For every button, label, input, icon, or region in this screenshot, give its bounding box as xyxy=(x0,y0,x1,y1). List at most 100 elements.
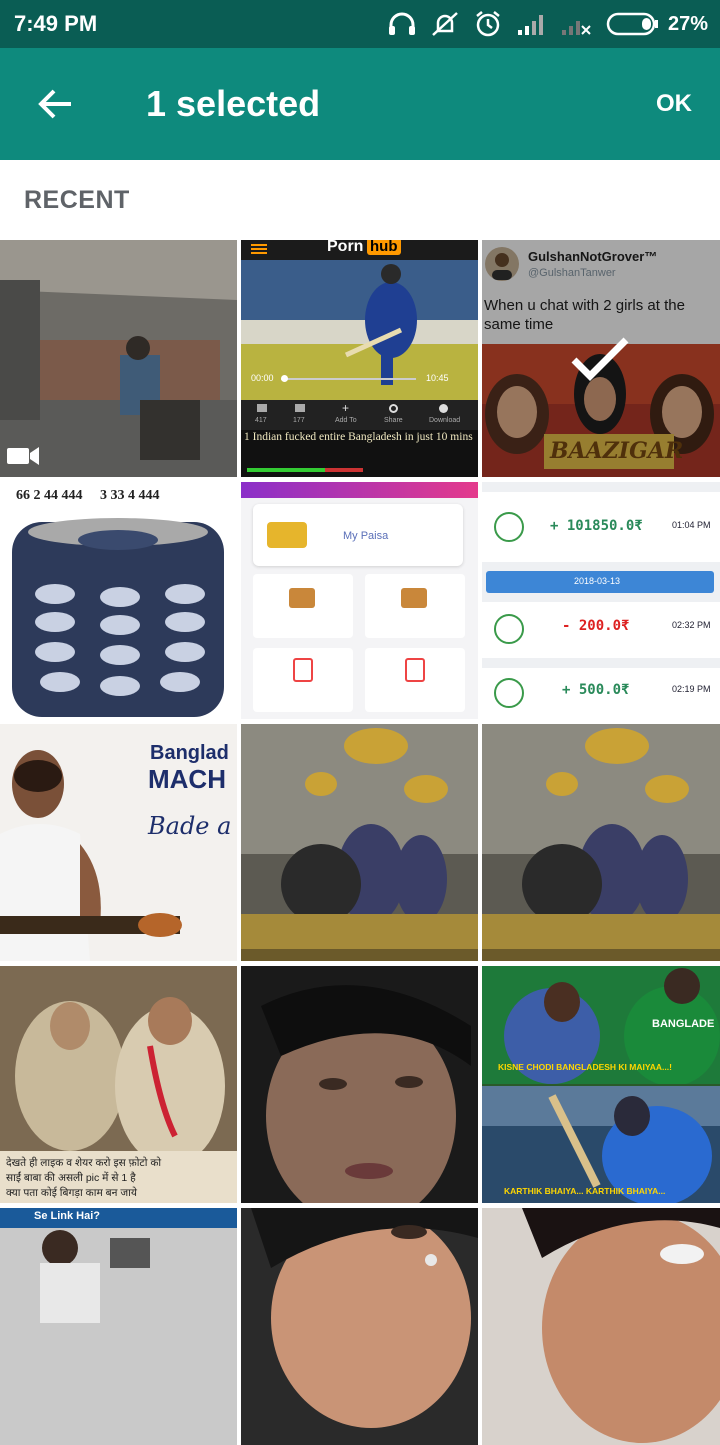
ad-line2: MACH xyxy=(148,764,226,794)
status-bar: 7:49 PM 27% xyxy=(0,0,720,48)
photo-tile[interactable]: Porn hub 00:00 10:45 417 177 Add To Shar… xyxy=(241,240,478,477)
jersey-text: BANGLADE xyxy=(652,1018,715,1030)
signal-icon xyxy=(517,15,543,35)
video-actions: 417 177 Add To Share Download + xyxy=(241,400,478,430)
photo-tile-selected[interactable]: GulshanNotGrover™ @GulshanTanwer When u … xyxy=(482,240,720,477)
date-header: 2018-03-13 xyxy=(486,571,714,593)
brand-badge: hub xyxy=(367,240,401,255)
section-label: RECENT xyxy=(24,186,130,214)
no-signal-icon xyxy=(561,21,591,35)
photo-tile[interactable]: BANGLADE KISNE CHODI BANGLADESH KI MAIYA… xyxy=(482,966,720,1203)
selfie-photo xyxy=(482,1208,720,1445)
photo-tile[interactable]: 66 2 44 444 3 33 4 444 xyxy=(0,482,237,719)
wallet-card: My Paisa xyxy=(253,504,463,566)
back-button[interactable] xyxy=(0,48,110,160)
photo-tile[interactable]: Banglad MACH Bade a xyxy=(0,724,237,961)
brand-text: Porn xyxy=(327,240,364,255)
transaction-row: + 101850.0₹ 01:04 PM xyxy=(482,492,720,562)
alarm-icon xyxy=(476,11,500,37)
check-icon xyxy=(571,337,629,381)
headset-icon xyxy=(388,12,415,35)
photo-tile[interactable] xyxy=(0,240,237,477)
page-title: 1 selected xyxy=(146,83,321,124)
date-label: 2018-03-13 xyxy=(574,576,621,586)
transaction-row: + 500.0₹ 02:19 PM xyxy=(482,668,720,719)
temple-idol-photo xyxy=(241,724,478,961)
add-to-label: Add To xyxy=(335,417,357,424)
share-label: Share xyxy=(384,417,403,424)
transaction-row: - 200.0₹ 02:32 PM xyxy=(482,602,720,658)
ad-line3: Bade a xyxy=(148,812,232,840)
temple-idol-photo xyxy=(482,724,720,961)
photo-tile[interactable]: देखते ही लाइक व शेयर करो इस फ़ोटो को साई… xyxy=(0,966,237,1203)
transaction-time: 01:04 PM xyxy=(672,520,711,530)
photo-tile[interactable] xyxy=(482,724,720,961)
video-camera-icon xyxy=(7,447,39,465)
like-icon xyxy=(257,404,267,412)
photo-tile[interactable] xyxy=(241,724,478,961)
photo-tile[interactable] xyxy=(241,966,478,1203)
app-tile xyxy=(365,574,465,638)
transaction-amount: + 101850.0₹ xyxy=(550,518,643,534)
battery: 27% xyxy=(606,12,708,36)
app-bar: 1 selected OK xyxy=(0,48,720,160)
red-bar xyxy=(325,468,363,472)
ad-line1: Banglad xyxy=(150,742,229,764)
tile-icon xyxy=(401,588,427,608)
app-tile xyxy=(253,574,353,638)
transaction-amount: - 200.0₹ xyxy=(562,618,630,634)
arrow-back-icon xyxy=(38,89,71,119)
progress-knob xyxy=(281,375,288,382)
ok-button[interactable]: OK xyxy=(628,48,720,160)
cctv-thumbnail xyxy=(0,240,237,477)
share-icon xyxy=(389,404,398,413)
meme-top-text: 66 2 44 444 3 33 4 444 xyxy=(16,488,160,503)
battery-percent: 27% xyxy=(667,12,708,35)
vibrate-icon xyxy=(432,12,458,36)
office-photo xyxy=(0,1208,237,1445)
meme-caption: 1 Indian fucked entire Bangladesh in jus… xyxy=(244,431,473,443)
video-end-time: 10:45 xyxy=(426,373,449,383)
transaction-time: 02:19 PM xyxy=(672,684,711,694)
status-icons: 27% xyxy=(388,10,708,38)
tile-icon xyxy=(289,588,315,608)
app-tile xyxy=(365,648,465,712)
stamp-icon xyxy=(494,678,524,708)
caption-line1: देखते ही लाइक व शेयर करो इस फ़ोटो को xyxy=(6,1157,162,1169)
dislikes-count: 177 xyxy=(293,417,305,424)
tile-icon xyxy=(293,658,313,682)
transaction-time: 02:32 PM xyxy=(672,620,711,630)
selfie-photo xyxy=(241,1208,478,1445)
meme-caption-top: KISNE CHODI BANGLADESH KI MAIYAA...! xyxy=(498,1062,672,1072)
transaction-amount: + 500.0₹ xyxy=(562,682,630,698)
app-card-title: My Paisa xyxy=(343,530,389,542)
battery-icon xyxy=(606,12,658,36)
meme-tag: Se Link Hai? xyxy=(34,1210,101,1222)
caption-line2: साईं बाबा की असली pic में से 1 है xyxy=(6,1172,136,1184)
app-tile xyxy=(253,648,353,712)
photo-tile[interactable]: My Paisa xyxy=(241,482,478,719)
dislike-icon xyxy=(295,404,305,412)
wallet-icon xyxy=(267,522,307,548)
app-header xyxy=(241,482,478,498)
status-time: 7:49 PM xyxy=(14,11,98,36)
video-start-time: 00:00 xyxy=(251,373,274,383)
photo-tile[interactable] xyxy=(241,1208,478,1445)
nokia-phone xyxy=(12,518,224,717)
photo-grid: Porn hub 00:00 10:45 417 177 Add To Shar… xyxy=(0,240,720,1445)
stamp-icon xyxy=(494,614,524,644)
photo-tile[interactable]: + 101850.0₹ 01:04 PM 2018-03-13 - 200.0₹… xyxy=(482,482,720,719)
tile-icon xyxy=(405,658,425,682)
meme-caption-bottom: KARTHIK BHAIYA... KARTHIK BHAIYA... xyxy=(504,1186,666,1196)
plus-icon: + xyxy=(342,401,350,415)
video-header: Porn hub xyxy=(241,240,478,260)
photo-tile[interactable] xyxy=(482,1208,720,1445)
likes-count: 417 xyxy=(255,417,267,424)
caption-line3: क्या पता कोई बिगड़ा काम बन जाये xyxy=(6,1187,137,1199)
download-icon xyxy=(439,404,448,413)
photo-tile[interactable]: Se Link Hai? xyxy=(0,1208,237,1445)
cricket-photo xyxy=(241,260,478,408)
video-progress xyxy=(281,375,416,382)
stamp-icon xyxy=(494,512,524,542)
download-label: Download xyxy=(429,417,461,424)
